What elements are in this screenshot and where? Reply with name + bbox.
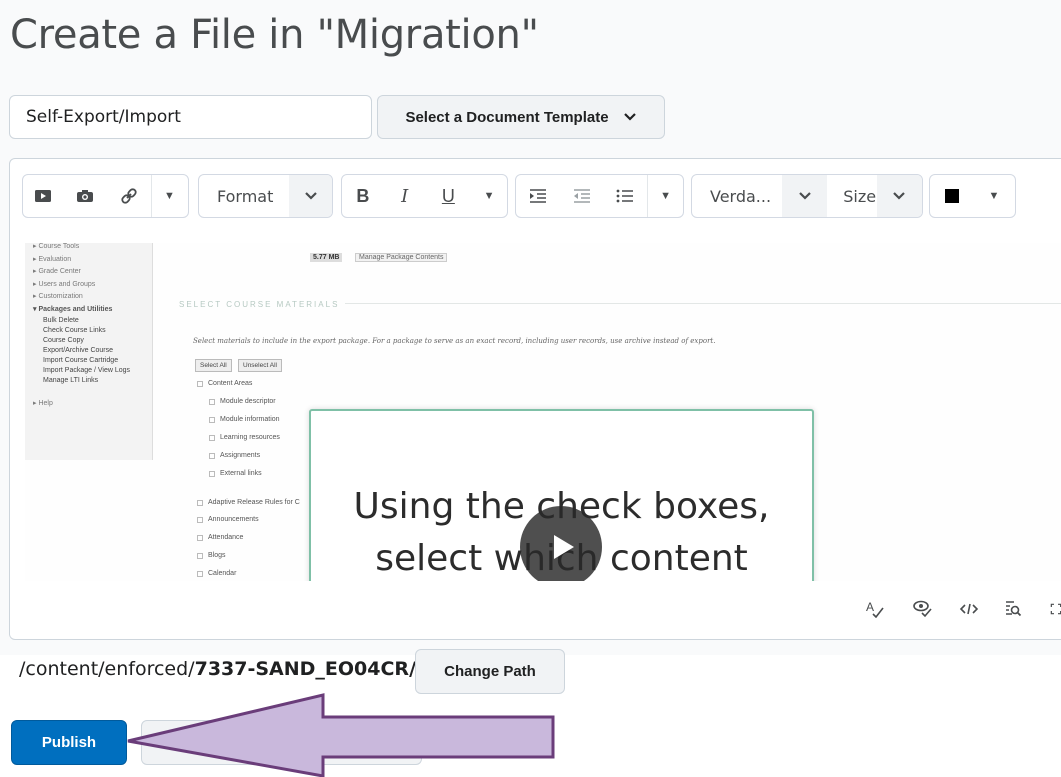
play-icon[interactable] [520, 506, 602, 581]
bold-button[interactable]: B [342, 175, 384, 217]
section-title: SELECT COURSE MATERIALS [179, 300, 340, 309]
checkbox-item: Learning resources [209, 434, 280, 441]
svg-text:A: A [866, 600, 874, 614]
path-prefix: /content/enforced/ [19, 658, 195, 680]
caret-down-icon: ▼ [988, 190, 1000, 202]
video-sidebar-subitem: Export/Archive Course [43, 347, 114, 354]
checkbox-item: Announcements [197, 516, 259, 523]
path-folder: 7337-SAND_EO04CR/ [194, 658, 417, 680]
video-sidebar-item: Course Tools [38, 243, 80, 250]
video-sidebar-subitem: Check Course Links [43, 327, 106, 334]
video-sidebar-subitem: Bulk Delete [43, 317, 79, 324]
publish-button[interactable]: Publish [11, 720, 127, 765]
section-divider [345, 303, 1061, 304]
insert-link-icon[interactable] [107, 175, 151, 217]
video-sidebar-item: Customization [38, 293, 83, 300]
html-editor: ▼ Format B I U ▼ ▼ Verda... Size ▼ ▸ Cou… [9, 158, 1061, 640]
insert-video-icon[interactable] [23, 175, 63, 217]
cancel-button[interactable] [141, 720, 422, 765]
format-select[interactable]: Format [198, 174, 333, 218]
change-path-button[interactable]: Change Path [415, 649, 565, 694]
page-title: Create a File in "Migration" [10, 12, 539, 58]
embedded-video[interactable]: ▸ Course Tools ▸ Evaluation ▸ Grade Cent… [25, 243, 1061, 581]
checkbox-item: Module information [209, 416, 280, 423]
checkbox-item: Blogs [197, 552, 226, 559]
spellcheck-icon[interactable]: A [865, 597, 889, 621]
accessibility-icon[interactable] [913, 597, 937, 621]
video-sidebar: ▸ Course Tools ▸ Evaluation ▸ Grade Cent… [25, 243, 153, 460]
package-size: 5.77 MB [310, 253, 343, 262]
list-group: ▼ [515, 174, 684, 218]
video-sidebar-item: Help [38, 400, 53, 407]
video-sidebar-item: Grade Center [38, 268, 81, 275]
video-sidebar-item: Packages and Utilities [38, 305, 113, 313]
indent-icon[interactable] [516, 175, 560, 217]
font-family-label[interactable]: Verda... [692, 175, 782, 217]
format-select-label: Format [217, 186, 274, 206]
checkbox-content-areas: Content Areas [197, 380, 252, 387]
instruction-text: Select materials to include in the expor… [193, 337, 716, 345]
file-title-input[interactable]: Self-Export/Import [9, 95, 372, 139]
text-style-group: B I U ▼ [341, 174, 508, 218]
select-document-template-button[interactable]: Select a Document Template [377, 95, 665, 139]
chevron-down-icon [623, 109, 637, 126]
bullet-list-icon[interactable] [603, 175, 647, 217]
select-all-button: Select All [195, 359, 232, 372]
checkbox-item: Adaptive Release Rules for C [197, 499, 300, 506]
template-button-label: Select a Document Template [405, 108, 609, 126]
outdent-icon[interactable] [560, 175, 604, 217]
checkbox-item: External links [209, 470, 262, 477]
caret-down-icon[interactable]: ▼ [151, 175, 187, 217]
checkbox-item: Module descriptor [209, 398, 276, 405]
checkbox-item: Calendar [197, 570, 236, 577]
text-color-picker[interactable]: ▼ [929, 174, 1016, 218]
caret-down-icon[interactable]: ▼ [647, 175, 683, 217]
source-code-icon[interactable] [959, 597, 983, 621]
color-swatch-icon [930, 175, 974, 217]
insert-toolbar-group: ▼ [22, 174, 189, 218]
manage-package-button: Manage Package Contents [355, 253, 448, 262]
preview-icon[interactable] [1004, 597, 1028, 621]
video-sidebar-subitem: Import Package / View Logs [43, 367, 131, 374]
video-sidebar-subitem: Manage LTI Links [43, 377, 99, 384]
checkbox-item: Attendance [197, 534, 243, 541]
italic-button[interactable]: I [384, 175, 426, 217]
video-sidebar-item: Evaluation [38, 255, 72, 263]
video-sidebar-subitem: Course Copy [43, 337, 84, 344]
checkbox-item: Assignments [209, 452, 260, 459]
font-size-label[interactable]: Size [827, 175, 876, 217]
unselect-all-button: Unselect All [238, 359, 282, 372]
font-size-group: Verda... Size [691, 174, 923, 218]
chevron-down-icon [289, 175, 332, 217]
chevron-down-icon[interactable] [782, 175, 828, 217]
video-sidebar-item: Users and Groups [38, 280, 96, 288]
file-path: /content/enforced/7337-SAND_EO04CR/ [19, 658, 416, 680]
video-sidebar-subitem: Import Course Cartridge [43, 357, 119, 364]
fullscreen-icon[interactable] [1050, 597, 1061, 621]
insert-image-icon[interactable] [63, 175, 107, 217]
chevron-down-icon[interactable] [876, 175, 922, 217]
underline-button[interactable]: U [426, 175, 472, 217]
caret-down-icon[interactable]: ▼ [471, 175, 507, 217]
